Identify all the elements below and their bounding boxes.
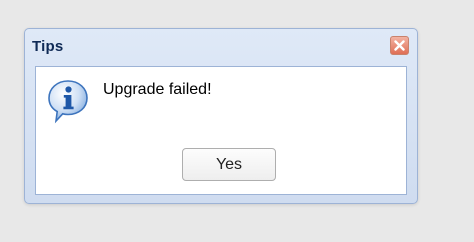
dialog-title: Tips: [32, 38, 64, 55]
message-text: Upgrade failed!: [103, 81, 212, 98]
tips-dialog: Tips Upgrade failed! Yes: [24, 28, 418, 204]
close-button[interactable]: [390, 36, 409, 55]
info-icon: [48, 80, 88, 124]
message-panel: Upgrade failed! Yes: [35, 66, 407, 195]
close-icon: [394, 40, 405, 51]
yes-button[interactable]: Yes: [182, 148, 276, 181]
